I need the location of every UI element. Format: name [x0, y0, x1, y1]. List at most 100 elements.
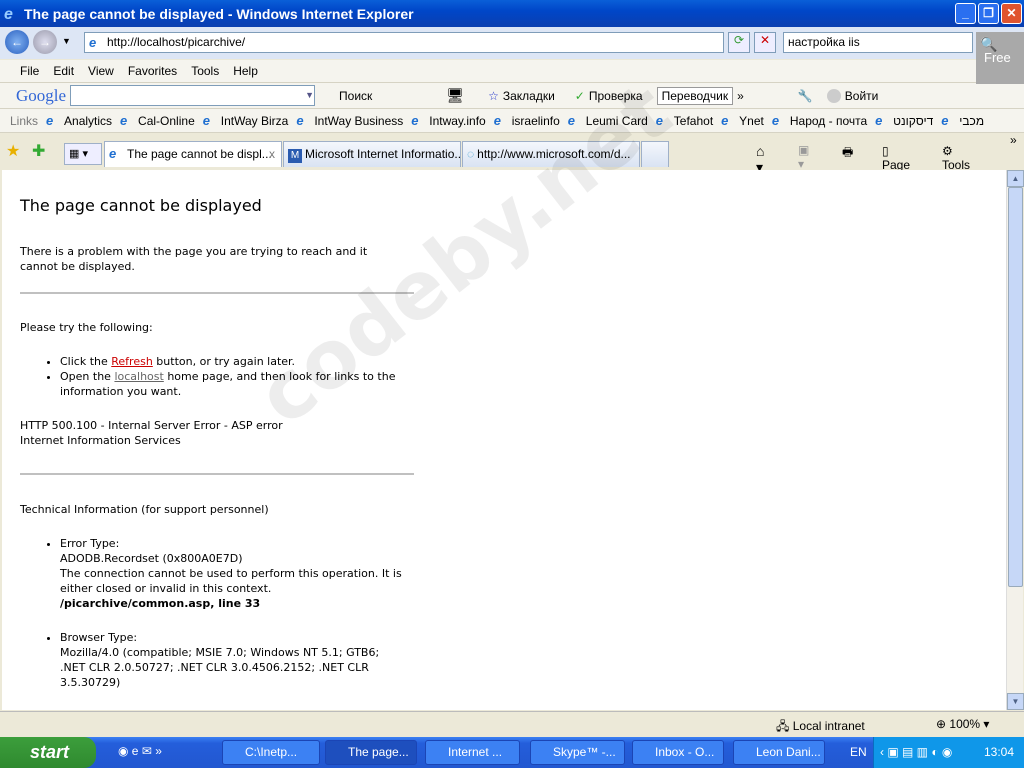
link-intway-business[interactable]: e IntWay Business — [296, 112, 407, 128]
language-indicator[interactable]: EN — [850, 745, 867, 759]
menu-bar: File Edit View Favorites Tools Help — [0, 60, 1024, 83]
feeds-icon[interactable]: ▣ ▾ — [798, 143, 809, 171]
ie-page-icon: e — [120, 112, 128, 128]
task-inbox[interactable]: Inbox - O... — [632, 740, 724, 765]
user-icon — [826, 88, 841, 103]
taskbar: start ◉ e ✉ » C:\Inetp... The page... In… — [0, 737, 1024, 768]
zone-indicator: 🖧 Local intranet — [776, 719, 865, 733]
menu-edit[interactable]: Edit — [53, 64, 74, 78]
error-type-item: Error Type:ADODB.Recordset (0x800A0E7D)T… — [60, 536, 420, 611]
server-name: Internet Information Services — [20, 434, 181, 447]
history-dropdown-icon[interactable]: ▼ — [62, 36, 71, 46]
star-icon: ☆ — [488, 88, 499, 103]
tab-page-cannot-be-displayed[interactable]: e The page cannot be displ... x — [104, 141, 282, 167]
links-label: Links — [10, 113, 39, 128]
status-bar: 🖧 Local intranet ⊕ 100% ▾ — [0, 711, 1024, 736]
clock: 13:04 — [984, 745, 1015, 759]
signin-button[interactable]: Войти — [845, 89, 879, 103]
google-search-button[interactable]: Поиск — [339, 89, 372, 103]
zoom-control[interactable]: ⊕ 100% ▾ — [936, 717, 989, 731]
link-ynet[interactable]: e Ynet — [721, 112, 768, 128]
error-code: HTTP 500.100 - Internal Server Error - A… — [20, 419, 283, 432]
ie-logo-icon: e — [4, 5, 13, 23]
tab-iis[interactable]: M Microsoft Internet Informatio... — [283, 141, 461, 167]
display-icon[interactable]: 🖥 — [446, 87, 464, 104]
address-row: ← → ▼ e http://localhost/picarchive/ ⟳ ✕… — [0, 27, 1024, 59]
back-button[interactable]: ← — [5, 30, 29, 54]
start-button[interactable]: start — [0, 737, 96, 768]
scroll-down-button[interactable]: ▼ — [1007, 693, 1024, 710]
free-badge: 🔍 Free — [976, 32, 1024, 84]
iis-icon: M — [288, 149, 302, 163]
ie-page-icon: e — [721, 112, 729, 128]
minimize-button[interactable]: _ — [955, 3, 976, 24]
google-logo: Google — [16, 85, 67, 105]
quick-tabs-button[interactable]: ▦ ▾ — [64, 143, 102, 165]
link-cal-online[interactable]: e Cal-Online — [120, 112, 199, 128]
menu-file[interactable]: File — [20, 64, 39, 78]
page-icon: e — [89, 35, 97, 50]
ie-page-icon: e — [941, 112, 949, 128]
task-iis-manager[interactable]: Internet ... — [425, 740, 520, 765]
search-value: настройка iis — [788, 35, 860, 49]
more-chevron-icon[interactable]: » — [1010, 133, 1017, 147]
scroll-up-button[interactable]: ▲ — [1007, 170, 1024, 187]
try-heading: Please try the following: — [20, 321, 153, 334]
google-search-input[interactable]: ▼ — [70, 85, 316, 106]
ie-page-icon: e — [493, 112, 501, 128]
vertical-scrollbar[interactable]: ▲ ▼ — [1006, 170, 1024, 710]
refresh-link[interactable]: Refresh — [111, 355, 153, 368]
bookmarks-button[interactable]: Закладки — [503, 89, 555, 103]
link-maccabi[interactable]: e מכבי — [941, 112, 988, 128]
free-badge-label: Free — [984, 50, 1011, 65]
divider — [20, 473, 414, 475]
task-explorer[interactable]: C:\Inetp... — [222, 740, 320, 765]
links-bar: Links e Analytics e Cal-Online e IntWay Bir… — [0, 109, 1024, 133]
add-favorite-icon[interactable]: ✚ — [32, 141, 45, 161]
link-intway-birza[interactable]: e IntWay Birza — [202, 112, 293, 128]
close-button[interactable]: ✕ — [1001, 3, 1022, 24]
ie-page-icon: e — [46, 112, 54, 128]
scroll-thumb[interactable] — [1008, 187, 1023, 587]
link-discount[interactable]: e דיסקונט — [875, 112, 937, 128]
system-tray: ‹ ▣ ▤ ▥ ◐ ◉ 13:04 — [873, 737, 1024, 768]
ie-page-icon: e — [875, 112, 883, 128]
browser-type-item: Browser Type:Mozilla/4.0 (compatible; MS… — [60, 630, 400, 690]
ie-page-icon: e — [296, 112, 304, 128]
task-ie[interactable]: The page... — [325, 740, 417, 765]
window-title: The page cannot be displayed - Windows I… — [24, 5, 414, 22]
more-chevron-icon[interactable]: » — [737, 89, 744, 103]
address-url: http://localhost/picarchive/ — [107, 35, 246, 49]
quick-launch-icons[interactable]: ◉ e ✉ » — [118, 744, 162, 758]
page-heading: The page cannot be displayed — [20, 196, 262, 215]
menu-favorites[interactable]: Favorites — [128, 64, 177, 78]
stop-icon[interactable]: ✕ — [754, 32, 776, 53]
address-input[interactable]: e http://localhost/picarchive/ — [84, 32, 724, 53]
task-messenger[interactable]: Leon Dani... — [733, 740, 825, 765]
link-narod[interactable]: e Народ - почта — [772, 113, 871, 128]
task-skype[interactable]: Skype™ -... — [530, 740, 625, 765]
wrench-icon[interactable]: 🔧 — [798, 89, 813, 103]
google-toolbar: Google ▼ Поиск 🖥 ☆ Закладки ✓ Проверка П… — [0, 83, 1024, 109]
menu-help[interactable]: Help — [233, 64, 258, 78]
localhost-link[interactable]: localhost — [114, 370, 163, 383]
ie-page-icon: e — [411, 112, 419, 128]
ie-page-icon: e — [202, 112, 210, 128]
intro-text: There is a problem with the page you are… — [20, 245, 368, 273]
refresh-icon[interactable]: ⟳ — [728, 32, 750, 53]
search-input[interactable]: настройка iis — [783, 32, 973, 53]
tray-icons[interactable]: ‹ ▣ ▤ ▥ ◐ ◉ — [880, 745, 952, 759]
menu-view[interactable]: View — [88, 64, 114, 78]
tab-close-icon[interactable]: x — [269, 142, 275, 166]
favorites-star-icon[interactable]: ★ — [6, 141, 20, 161]
forward-button[interactable]: → — [33, 30, 57, 54]
restore-button[interactable]: ❐ — [978, 3, 999, 24]
menu-tools[interactable]: Tools — [191, 64, 219, 78]
link-intway-info[interactable]: e Intway.info — [411, 112, 489, 128]
tech-list: Error Type:ADODB.Recordset (0x800A0E7D)T… — [20, 536, 420, 611]
translate-button[interactable]: Переводчик — [656, 86, 734, 105]
tech-heading: Technical Information (for support perso… — [20, 503, 269, 516]
link-analytics[interactable]: e Analytics — [46, 112, 116, 128]
loading-icon: ◌ — [467, 147, 475, 161]
browser-list: Browser Type:Mozilla/4.0 (compatible; MS… — [20, 630, 400, 690]
